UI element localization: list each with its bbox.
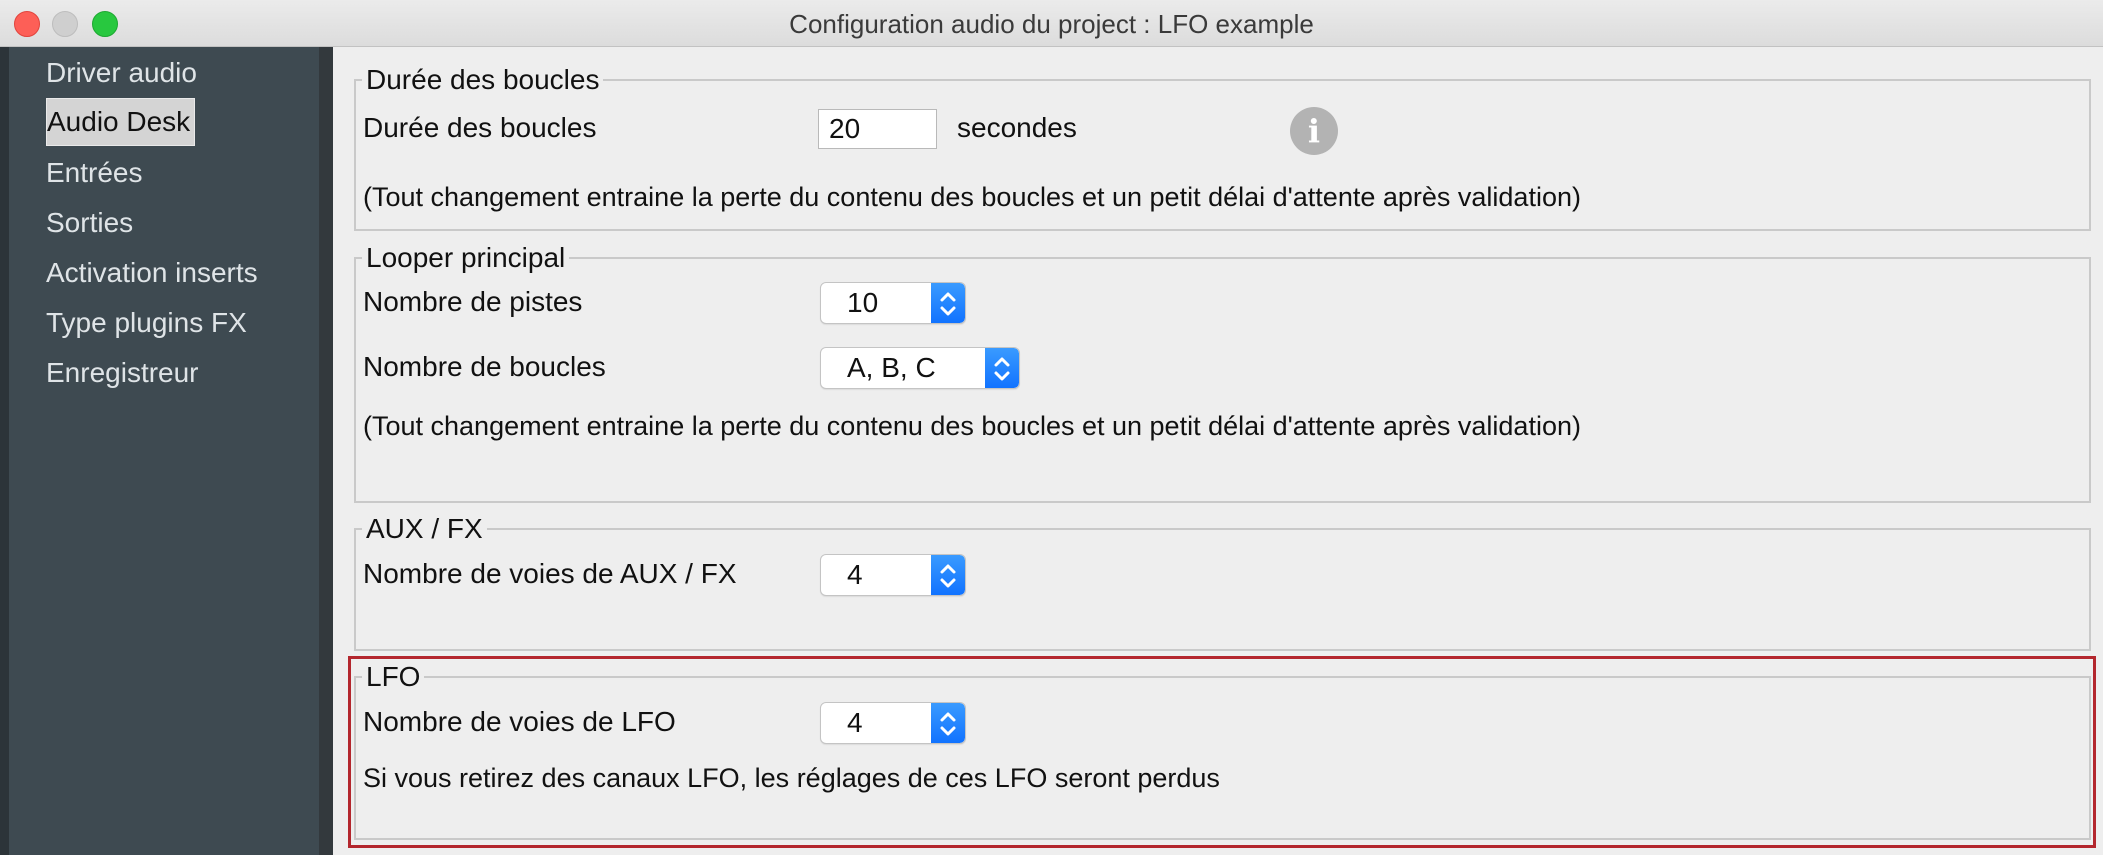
loop-duration-input[interactable] xyxy=(818,109,937,149)
tracks-count-label: Nombre de pistes xyxy=(363,286,583,317)
main-looper-group: Looper principal xyxy=(354,242,2091,503)
lfo-note: Si vous retirez des canaux LFO, les régl… xyxy=(363,763,1220,793)
main-looper-note: (Tout changement entraine la perte du co… xyxy=(363,411,1581,441)
window-title: Configuration audio du project : LFO exa… xyxy=(789,9,1314,39)
lfo-channels-value: 4 xyxy=(847,707,863,738)
loops-count-value: A, B, C xyxy=(847,352,936,383)
lfo-group: LFO xyxy=(354,661,2091,840)
sidebar-item-sorties[interactable]: Sorties xyxy=(46,200,133,246)
loops-count-select[interactable]: A, B, C xyxy=(820,347,1020,389)
info-icon[interactable]: i xyxy=(1290,107,1338,155)
loop-duration-note: (Tout changement entraine la perte du co… xyxy=(363,182,1581,212)
tracks-count-value: 10 xyxy=(847,287,879,318)
tracks-count-select[interactable]: 10 xyxy=(820,282,966,324)
loop-duration-group-title: Durée des boucles xyxy=(366,64,600,95)
lfo-group-title: LFO xyxy=(366,661,421,692)
loop-duration-unit: secondes xyxy=(957,112,1077,143)
aux-fx-group-title: AUX / FX xyxy=(366,513,483,544)
sidebar-item-enregistreur[interactable]: Enregistreur xyxy=(46,350,199,396)
lfo-channels-label: Nombre de voies de LFO xyxy=(363,706,676,737)
aux-fx-channels-select[interactable]: 4 xyxy=(820,554,966,596)
sidebar-item-type-plugins-fx[interactable]: Type plugins FX xyxy=(46,300,247,346)
loop-duration-label: Durée des boucles xyxy=(363,112,597,143)
chevron-up-down-icon[interactable] xyxy=(931,283,965,323)
sidebar-divider[interactable] xyxy=(319,47,333,855)
chevron-up-down-icon[interactable] xyxy=(985,348,1019,388)
sidebar-edge xyxy=(0,47,9,855)
aux-fx-channels-label: Nombre de voies de AUX / FX xyxy=(363,558,737,589)
main-looper-group-title: Looper principal xyxy=(366,242,566,273)
sidebar-item-audio-desk[interactable]: Audio Desk xyxy=(46,98,196,146)
title-bar: Configuration audio du project : LFO exa… xyxy=(0,0,2103,47)
sidebar-item-activation-inserts[interactable]: Activation inserts xyxy=(46,250,258,296)
chevron-up-down-icon[interactable] xyxy=(931,703,965,743)
loops-count-label: Nombre de boucles xyxy=(363,351,606,382)
chevron-up-down-icon[interactable] xyxy=(931,555,965,595)
sidebar-item-entrees[interactable]: Entrées xyxy=(46,150,143,196)
lfo-channels-select[interactable]: 4 xyxy=(820,702,966,744)
sidebar-item-driver-audio[interactable]: Driver audio xyxy=(46,50,197,96)
aux-fx-channels-value: 4 xyxy=(847,559,863,590)
